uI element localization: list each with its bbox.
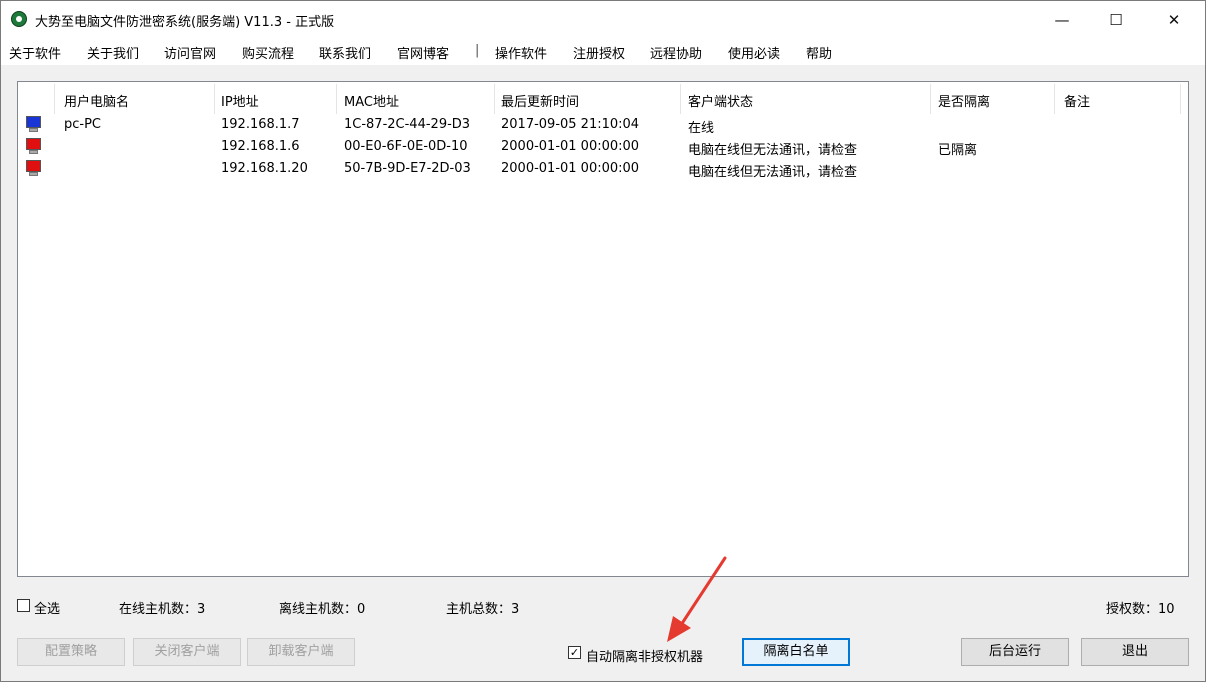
menu-official-site[interactable]: 访问官网 (164, 43, 216, 62)
column-divider (214, 84, 215, 114)
close-button[interactable]: ✕ (1151, 1, 1197, 39)
auto-isolate-label[interactable]: 自动隔离非授权机器 (586, 646, 703, 665)
cell-mac: 50-7B-9D-E7-2D-03 (344, 161, 471, 176)
menu-contact[interactable]: 联系我们 (319, 43, 371, 62)
cell-time: 2017-09-05 21:10:04 (501, 117, 640, 132)
column-divider (930, 84, 931, 114)
header-last-update[interactable]: 最后更新时间 (501, 91, 579, 110)
menu-must-read[interactable]: 使用必读 (728, 43, 780, 62)
title-bar: 大势至电脑文件防泄密系统(服务端) V11.3 - 正式版 — ☐ ✕ (1, 1, 1205, 39)
menu-register[interactable]: 注册授权 (573, 43, 625, 62)
header-client-status[interactable]: 客户端状态 (688, 91, 753, 110)
column-divider (680, 84, 681, 114)
header-note[interactable]: 备注 (1064, 91, 1090, 110)
window-title: 大势至电脑文件防泄密系统(服务端) V11.3 - 正式版 (35, 15, 335, 30)
close-client-button[interactable]: 关闭客户端 (133, 638, 241, 666)
column-divider (494, 84, 495, 114)
red-arrow-annotation (667, 556, 727, 642)
menu-help[interactable]: 帮助 (806, 43, 832, 62)
auto-isolate-checkbox[interactable]: ✓ (568, 646, 581, 659)
computer-offline-icon (26, 138, 41, 155)
cell-time: 2000-01-01 00:00:00 (501, 161, 640, 176)
maximize-button[interactable]: ☐ (1093, 1, 1139, 39)
cell-status: 在线 (688, 121, 715, 136)
client-list[interactable]: 用户电脑名 IP地址 MAC地址 最后更新时间 客户端状态 是否隔离 备注 pc… (17, 81, 1189, 577)
column-divider (54, 84, 55, 114)
isolation-whitelist-button[interactable]: 隔离白名单 (742, 638, 850, 666)
header-ip[interactable]: IP地址 (221, 91, 259, 110)
menu-remote-help[interactable]: 远程协助 (650, 43, 702, 62)
cell-ip: 192.168.1.20 (221, 161, 308, 176)
computer-offline-icon (26, 160, 41, 177)
app-logo-icon (11, 11, 27, 27)
menu-separator: | (475, 43, 480, 58)
menu-about-us[interactable]: 关于我们 (87, 43, 139, 62)
header-computer-name[interactable]: 用户电脑名 (64, 91, 129, 110)
main-window: 大势至电脑文件防泄密系统(服务端) V11.3 - 正式版 — ☐ ✕ 关于软件… (0, 0, 1206, 682)
header-isolated[interactable]: 是否隔离 (938, 91, 990, 110)
header-mac[interactable]: MAC地址 (344, 91, 399, 110)
cell-time: 2000-01-01 00:00:00 (501, 139, 640, 154)
menu-about-software[interactable]: 关于软件 (9, 43, 61, 62)
config-policy-button[interactable]: 配置策略 (17, 638, 125, 666)
cell-name: pc-PC (64, 117, 102, 132)
column-divider (336, 84, 337, 114)
cell-ip: 192.168.1.6 (221, 139, 300, 154)
exit-button[interactable]: 退出 (1081, 638, 1189, 666)
column-divider (1054, 84, 1055, 114)
cell-ip: 192.168.1.7 (221, 117, 300, 132)
cell-mac: 1C-87-2C-44-29-D3 (344, 117, 471, 132)
select-all-checkbox[interactable] (17, 599, 30, 612)
cell-isolated: 已隔离 (938, 143, 978, 158)
menu-purchase[interactable]: 购买流程 (242, 43, 294, 62)
cell-status: 电脑在线但无法通讯，请检查 (688, 143, 858, 158)
menu-blog[interactable]: 官网博客 (397, 43, 449, 62)
cell-status: 电脑在线但无法通讯，请检查 (688, 165, 858, 180)
cell-mac: 00-E0-6F-0E-0D-10 (344, 139, 468, 154)
menu-operate[interactable]: 操作软件 (495, 43, 547, 62)
select-all-label[interactable]: 全选 (34, 598, 60, 617)
menu-bar: 关于软件 关于我们 访问官网 购买流程 联系我们 官网博客 | 操作软件 注册授… (1, 39, 1205, 65)
offline-count: 离线主机数：0 (279, 602, 366, 617)
background-run-button[interactable]: 后台运行 (961, 638, 1069, 666)
online-count: 在线主机数：3 (119, 602, 206, 617)
minimize-button[interactable]: — (1039, 1, 1085, 39)
column-divider (1180, 84, 1181, 114)
uninstall-client-button[interactable]: 卸载客户端 (247, 638, 355, 666)
total-count: 主机总数：3 (446, 602, 520, 617)
license-count: 授权数：10 (1106, 602, 1175, 617)
computer-online-icon (26, 116, 41, 133)
